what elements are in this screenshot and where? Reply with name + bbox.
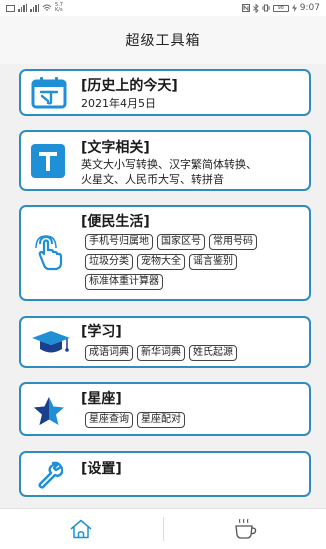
text-tools-desc-line2: 火星文、人民币大写、转拼音: [81, 173, 224, 186]
bluetooth-icon: [252, 3, 259, 13]
tag-xinhua-dictionary[interactable]: 新华词典: [137, 345, 185, 361]
tag-surname-origin[interactable]: 姓氏起源: [189, 345, 237, 361]
settings-card[interactable]: [设置]: [19, 451, 311, 497]
tag-common-numbers[interactable]: 常用号码: [209, 234, 257, 250]
tag-idiom-dictionary[interactable]: 成语词典: [85, 345, 133, 361]
text-tools-desc-line1: 英文大小写转换、汉字繁简体转换、: [81, 158, 257, 171]
convenience-life-title: [便民生活]: [81, 214, 150, 230]
clock: 9:07: [299, 3, 320, 13]
signal-icon-2: [30, 4, 39, 12]
wrench-icon: [38, 461, 63, 489]
convenience-life-card[interactable]: [便民生活] 手机号归属地 国家区号 常用号码 垃圾分类 宠物大全 谣言鉴别 标…: [19, 205, 311, 301]
tag-country-code[interactable]: 国家区号: [157, 234, 205, 250]
tag-rumor-check[interactable]: 谣言鉴别: [189, 254, 237, 270]
study-tags: 成语词典 新华词典 姓氏起源: [85, 345, 307, 365]
tag-phone-location[interactable]: 手机号归属地: [85, 234, 153, 250]
tag-standard-weight[interactable]: 标准体重计算器: [85, 274, 163, 290]
calendar-icon: [31, 77, 67, 109]
history-today-card[interactable]: [历史上的今天] 2021年4月5日: [19, 69, 311, 116]
page-title: 超级工具箱: [125, 33, 201, 49]
tag-garbage-sorting[interactable]: 垃圾分类: [85, 254, 133, 270]
title-bar: 超级工具箱: [0, 16, 326, 64]
vibrate-icon: [262, 4, 270, 12]
home-icon: [70, 519, 92, 539]
zodiac-title: [星座]: [81, 391, 122, 407]
text-t-icon: [31, 144, 65, 178]
status-bar: 5.7 K/s 98 9:07: [0, 0, 326, 16]
tag-zodiac-match[interactable]: 星座配对: [137, 412, 185, 428]
signal-icon: [18, 4, 27, 12]
history-today-title: [历史上的今天]: [81, 78, 178, 94]
status-bar-right: 98 9:07: [241, 3, 320, 13]
study-title: [学习]: [81, 324, 122, 340]
graduation-cap-icon: [32, 331, 70, 353]
status-bar-left: 5.7 K/s: [6, 3, 67, 13]
tab-home[interactable]: [0, 509, 163, 549]
battery-icon: 98: [272, 4, 289, 12]
wifi-icon: [42, 4, 52, 11]
nfc-icon: [241, 4, 250, 12]
zodiac-tags: 星座查询 星座配对: [85, 412, 307, 432]
star-icon: [34, 397, 64, 425]
network-speed: 5.7 K/s: [55, 2, 63, 13]
study-card[interactable]: [学习] 成语词典 新华词典 姓氏起源: [19, 316, 311, 368]
settings-title: [设置]: [81, 461, 122, 477]
message-icon: [6, 4, 15, 12]
bottom-tab-bar: [0, 508, 326, 549]
history-today-date: 2021年4月5日: [81, 97, 156, 110]
tag-pet-encyclopedia[interactable]: 宠物大全: [137, 254, 185, 270]
tag-zodiac-query[interactable]: 星座查询: [85, 412, 133, 428]
text-tools-title: [文字相关]: [81, 140, 150, 156]
tab-leisure[interactable]: [164, 509, 326, 549]
coffee-cup-icon: [235, 518, 256, 539]
charging-icon: [291, 4, 297, 12]
hand-tap-icon: [35, 235, 63, 271]
zodiac-card[interactable]: [星座] 星座查询 星座配对: [19, 382, 311, 436]
text-tools-card[interactable]: [文字相关] 英文大小写转换、汉字繁简体转换、 火星文、人民币大写、转拼音: [19, 130, 311, 191]
convenience-life-tags: 手机号归属地 国家区号 常用号码 垃圾分类 宠物大全 谣言鉴别 标准体重计算器: [85, 234, 307, 294]
